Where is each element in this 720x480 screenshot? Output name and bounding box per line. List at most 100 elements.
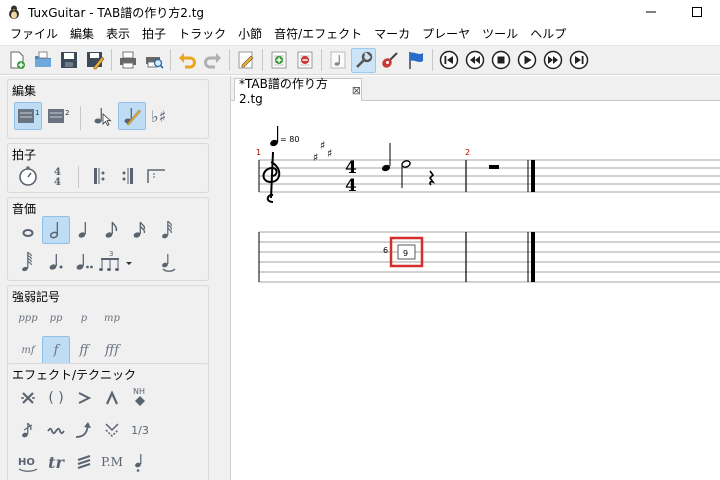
sixty-fourth-note-button[interactable] (14, 248, 42, 276)
menu-measure[interactable]: 小節 (232, 24, 268, 44)
note-view-button[interactable] (325, 48, 350, 73)
undo-button[interactable] (174, 48, 199, 73)
select-note-button[interactable] (88, 102, 116, 130)
menu-composition[interactable]: 拍子 (136, 24, 172, 44)
edit-mode-button[interactable] (233, 48, 258, 73)
print-button[interactable] (115, 48, 140, 73)
flag-icon (408, 52, 423, 69)
standard-staff (259, 159, 720, 193)
hammer-on-button[interactable]: HO (14, 448, 42, 476)
menu-file[interactable]: ファイル (4, 24, 64, 44)
menu-note-effect[interactable]: 音符/エフェクト (268, 24, 368, 44)
save-button[interactable] (56, 48, 81, 73)
menu-edit[interactable]: 編集 (64, 24, 100, 44)
accidental-button[interactable]: ♭♯ (148, 102, 176, 130)
new-file-button[interactable] (4, 48, 29, 73)
redo-icon (203, 53, 221, 69)
palm-mute-button[interactable]: P.M (98, 448, 126, 476)
double-dotted-note-button[interactable] (70, 248, 98, 276)
close-tab-icon[interactable]: ⊠ (352, 84, 361, 97)
bend-button[interactable] (70, 416, 98, 444)
dynamic-ppp-button[interactable]: ppp (14, 304, 42, 332)
time-signature-button[interactable]: 44 (44, 162, 72, 190)
tuplet-icon: 3 (99, 250, 132, 271)
whole-note-button[interactable] (14, 216, 42, 244)
maximize-button[interactable] (674, 0, 720, 24)
sixteenth-note-button[interactable] (126, 216, 154, 244)
menu-track[interactable]: トラック (172, 24, 232, 44)
ghost-note-button[interactable]: ( ) (42, 384, 70, 412)
toolbar-separator (432, 49, 433, 71)
menu-marker[interactable]: マーカ (368, 24, 416, 44)
tools-button[interactable] (351, 47, 376, 73)
edit-mode-2-button[interactable]: 2 (44, 102, 72, 130)
thirty-second-note-button[interactable] (154, 216, 182, 244)
stop-button[interactable] (488, 48, 513, 73)
save-as-button[interactable] (82, 48, 107, 73)
tuplet-number: 3 (109, 250, 113, 258)
vibrato-button[interactable] (42, 416, 70, 444)
menu-help[interactable]: ヘルプ (524, 24, 572, 44)
menu-player[interactable]: プレーヤ (416, 24, 476, 44)
double-dotted-note-icon (76, 254, 93, 270)
staccato-note-icon (135, 454, 142, 472)
tremolo-bar-button[interactable] (98, 416, 126, 444)
dead-note-button[interactable] (14, 384, 42, 412)
dynamic-fff-button[interactable]: fff (98, 336, 126, 364)
guitar-button[interactable] (377, 48, 402, 73)
add-measure-button[interactable] (266, 48, 291, 73)
staccato-button[interactable] (126, 448, 154, 476)
tremolo-picking-marks-button[interactable] (70, 448, 98, 476)
first-button[interactable] (436, 48, 461, 73)
panel-scrollbar[interactable] (211, 76, 219, 480)
last-button[interactable] (566, 48, 591, 73)
alternate-ending-button[interactable] (142, 162, 170, 190)
accent-button[interactable] (70, 384, 98, 412)
dynamic-p-button[interactable]: p (70, 304, 98, 332)
trill-button[interactable]: tr (42, 448, 70, 476)
grace-note-button[interactable] (14, 416, 42, 444)
open-button[interactable] (30, 48, 55, 73)
print-preview-button[interactable] (141, 48, 166, 73)
quarter-note-button[interactable] (70, 216, 98, 244)
harmonic-button[interactable]: NH (126, 384, 154, 412)
tremolo-picking-button[interactable]: 1/3 (126, 416, 154, 444)
tempo-button[interactable] (14, 162, 42, 190)
redo-button[interactable] (200, 48, 225, 73)
flag-button[interactable] (403, 48, 428, 73)
score-canvas[interactable]: = 80 1 2 ♯ ♯ ♯ 4 4 6 9 (231, 102, 720, 480)
tie-note-button[interactable] (154, 248, 182, 276)
edit-mode-1-button[interactable]: 1 (14, 102, 42, 130)
toolbar-separator (170, 49, 171, 71)
document-tab[interactable]: *TAB譜の作り方2.tg ⊠ (234, 77, 362, 106)
play-icon (517, 50, 536, 70)
repeat-open-button[interactable] (86, 162, 114, 190)
menu-view[interactable]: 表示 (100, 24, 136, 44)
remove-measure-icon (297, 51, 312, 69)
menu-tools[interactable]: ツール (476, 24, 524, 44)
previous-button[interactable] (462, 48, 487, 73)
dynamic-mp-button[interactable]: mp (98, 304, 126, 332)
new-file-icon (10, 51, 25, 69)
edit-note-button[interactable] (118, 102, 146, 130)
stop-icon (491, 50, 510, 70)
quarter-rest (428, 170, 436, 186)
note-select-cursor-icon (94, 108, 112, 127)
repeat-close-button[interactable] (114, 162, 142, 190)
half-note-button[interactable] (42, 216, 70, 244)
remove-measure-button[interactable] (292, 48, 317, 73)
minimize-button[interactable] (628, 0, 674, 24)
heavy-accent-button[interactable] (98, 384, 126, 412)
dynamic-f-button[interactable]: f (42, 336, 70, 364)
tuplet-button[interactable]: 3 (98, 248, 138, 276)
dynamic-mf-button[interactable]: mf (14, 336, 42, 364)
panel-splitter[interactable] (220, 76, 230, 480)
dotted-note-button[interactable] (42, 248, 70, 276)
duration-group-title: 音価 (12, 202, 37, 216)
tab-fret-number[interactable]: 9 (403, 249, 408, 258)
dynamic-pp-button[interactable]: pp (42, 304, 70, 332)
eighth-note-button[interactable] (98, 216, 126, 244)
dynamic-ff-button[interactable]: ff (70, 336, 98, 364)
next-button[interactable] (540, 48, 565, 73)
play-button[interactable] (514, 48, 539, 73)
